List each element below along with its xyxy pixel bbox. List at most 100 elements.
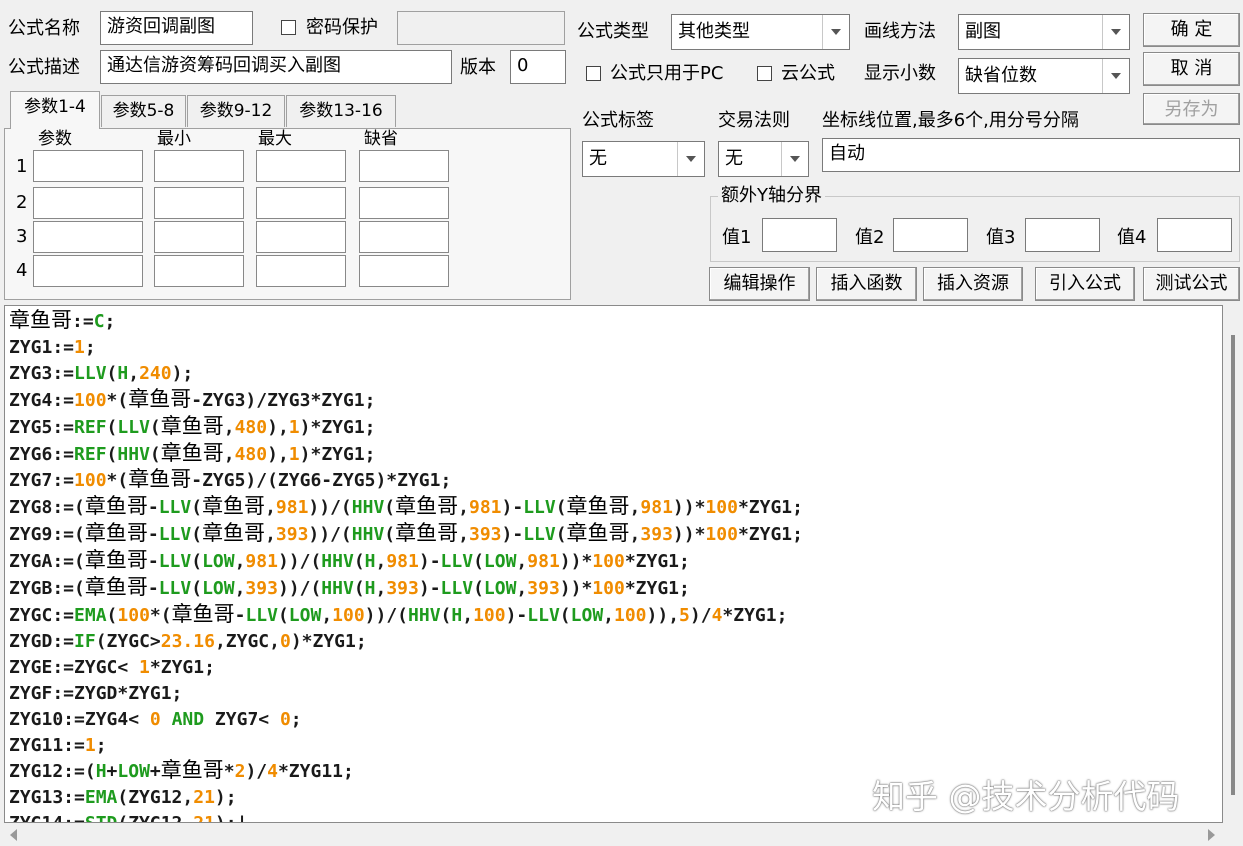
param4-min-input[interactable] (154, 255, 244, 287)
param1-name-input[interactable] (33, 150, 143, 182)
code-token: ( (191, 578, 203, 600)
code-token: 1 (74, 336, 85, 358)
code-token: LLV (440, 551, 474, 573)
y1-input[interactable] (762, 218, 837, 252)
code-token: , (234, 578, 246, 600)
param2-name-input[interactable] (33, 187, 143, 219)
formula-name-input[interactable]: 游资回调副图 (100, 11, 253, 45)
code-line: ZYG6:=REF(HHV(章鱼哥,480),1)*ZYG1; (9, 441, 803, 468)
param3-name-input[interactable] (33, 221, 143, 253)
version-input[interactable]: 0 (510, 50, 566, 84)
code-token: , (234, 551, 246, 573)
chevron-down-icon[interactable] (677, 142, 704, 176)
code-token: (ZYG12, (117, 787, 194, 809)
param3-min-input[interactable] (154, 221, 244, 253)
y4-input[interactable] (1157, 218, 1232, 252)
ok-button[interactable]: 确 定 (1143, 13, 1240, 47)
horizontal-scrollbar[interactable] (4, 823, 1223, 846)
code-token: 章鱼哥 (84, 521, 148, 546)
code-token: ZYGE:=ZYGC< (9, 656, 140, 678)
code-token: 0 (279, 708, 291, 730)
param2-default-input[interactable] (359, 187, 449, 219)
formula-tag-select[interactable]: 无 (582, 141, 705, 177)
param4-name-input[interactable] (33, 255, 143, 287)
code-token: H (364, 551, 376, 573)
password-protect-checkbox[interactable] (281, 20, 296, 35)
code-token: + (106, 761, 118, 783)
code-token: H (451, 604, 463, 626)
code-token: - (147, 551, 159, 573)
chevron-down-icon[interactable] (822, 15, 849, 49)
code-line: ZYGC:=EMA(100*(章鱼哥-LLV(LOW,100))/(HHV(H,… (9, 602, 803, 629)
trade-rule-select[interactable]: 无 (718, 141, 809, 177)
param3-max-input[interactable] (256, 221, 346, 253)
code-token: ; (84, 336, 96, 358)
code-token: ZYG12:=( (9, 761, 96, 783)
code-token: ( (353, 551, 365, 573)
code-token: LOW (288, 604, 322, 626)
param1-max-input[interactable] (256, 150, 346, 182)
code-token: 章鱼哥 (160, 440, 224, 465)
code-line: ZYG1:=1; (9, 335, 803, 361)
cloud-formula-checkbox[interactable] (757, 66, 772, 81)
formula-type-label: 公式类型 (577, 21, 649, 42)
vertical-scrollbar[interactable] (1223, 305, 1243, 823)
chevron-down-icon[interactable] (1102, 15, 1129, 49)
tab-params-5-8[interactable]: 参数5-8 (101, 95, 186, 127)
code-token: , (265, 497, 276, 519)
pc-only-checkbox[interactable] (586, 66, 601, 81)
save-as-button[interactable]: 另存为 (1143, 93, 1240, 125)
draw-method-select[interactable]: 副图 (958, 14, 1130, 50)
formula-desc-input[interactable]: 通达信游资筹码回调买入副图 (100, 50, 452, 84)
param2-min-input[interactable] (154, 187, 244, 219)
tab-params-1-4[interactable]: 参数1-4 (10, 91, 100, 129)
param4-default-input[interactable] (359, 255, 449, 287)
param3-default-input[interactable] (359, 221, 449, 253)
param4-max-input[interactable] (256, 255, 346, 287)
scroll-left-icon[interactable] (10, 829, 17, 841)
code-token: HHV (321, 551, 354, 573)
password-input[interactable] (397, 11, 565, 45)
code-token: (ZYGC> (95, 630, 161, 652)
insert-resource-button[interactable]: 插入资源 (923, 267, 1023, 301)
insert-function-button[interactable]: 插入函数 (816, 267, 917, 301)
code-token: , (265, 524, 276, 546)
code-token: 章鱼哥 (84, 548, 148, 573)
param-row-number: 1 (16, 156, 28, 177)
scrollbar-thumb[interactable] (1231, 335, 1235, 795)
code-token: ( (473, 578, 484, 600)
param1-min-input[interactable] (154, 150, 244, 182)
code-token: 480 (234, 443, 268, 465)
chevron-down-icon[interactable] (781, 142, 808, 176)
code-token: 981 (640, 497, 673, 519)
scroll-right-icon[interactable] (1208, 829, 1215, 841)
decimals-select[interactable]: 缺省位数 (958, 58, 1130, 94)
code-token: ( (473, 551, 484, 573)
cancel-button[interactable]: 取 消 (1143, 52, 1240, 86)
y3-input[interactable] (1025, 218, 1100, 252)
trade-rule-value: 无 (725, 148, 743, 169)
code-token: ( (277, 604, 289, 626)
param1-default-input[interactable] (359, 150, 449, 182)
test-formula-button[interactable]: 测试公式 (1143, 267, 1240, 301)
axis-positions-input[interactable]: 自动 (822, 138, 1240, 172)
tab-params-13-16[interactable]: 参数13-16 (286, 95, 396, 127)
tab-params-9-12[interactable]: 参数9-12 (187, 95, 285, 127)
code-token: - (147, 497, 159, 519)
code-line: ZYGD:=IF(ZYGC>23.16,ZYGC,0)*ZYG1; (9, 629, 803, 655)
code-token: - (234, 604, 246, 626)
param2-max-input[interactable] (256, 187, 346, 219)
edit-ops-button[interactable]: 编辑操作 (709, 267, 810, 301)
code-editor[interactable]: 章鱼哥:=C; ZYG1:=1; ZYG3:=LLV(H,240); ZYG4:=10… (4, 305, 1223, 823)
import-formula-button[interactable]: 引入公式 (1035, 267, 1135, 301)
y2-input[interactable] (893, 218, 968, 252)
code-token: 章鱼哥 (202, 521, 266, 546)
code-token: LOW (570, 604, 604, 626)
code-token: 981 (527, 551, 560, 573)
formula-type-select[interactable]: 其他类型 (671, 14, 850, 50)
code-token: LOW (202, 578, 235, 600)
code-token: ), (267, 443, 289, 465)
code-line: ZYGA:=(章鱼哥-LLV(LOW,981))/(HHV(H,981)-LLV… (9, 548, 803, 575)
chevron-down-icon[interactable] (1102, 59, 1129, 93)
